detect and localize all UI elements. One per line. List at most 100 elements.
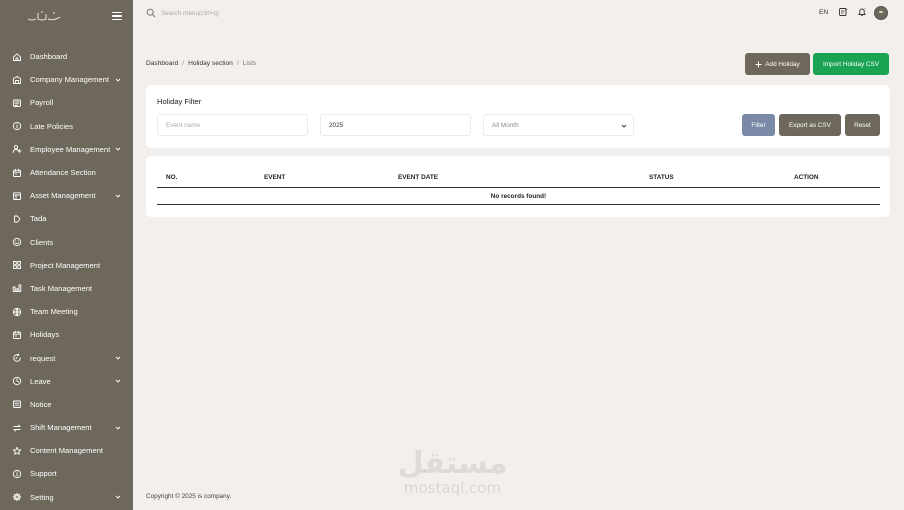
breadcrumb-separator: /: [236, 60, 239, 67]
filter-button-label: Filter: [751, 121, 766, 129]
sidebar-item-setting[interactable]: Setting: [0, 486, 133, 509]
notes-icon[interactable]: [838, 7, 848, 17]
event-name-input[interactable]: [157, 114, 308, 136]
sidebar-item-holidays[interactable]: Holidays: [0, 323, 133, 346]
chevron-down-icon: [115, 356, 121, 360]
calendar-icon: [13, 330, 21, 339]
language-switch[interactable]: EN: [819, 9, 828, 16]
tag-icon: [14, 215, 21, 223]
sidebar-item-project-management[interactable]: Project Management: [0, 254, 133, 277]
smile-icon: [12, 237, 22, 247]
month-select[interactable]: All Month: [483, 114, 634, 136]
bell-icon[interactable]: [857, 7, 867, 17]
sidebar-item-shift-management[interactable]: Shift Management: [0, 416, 133, 439]
sidebar-item-label: Clients: [30, 237, 54, 247]
add-holiday-label: Add Holiday: [765, 60, 800, 68]
sidebar-item-payroll[interactable]: Payroll: [0, 91, 133, 114]
table-icon: [13, 192, 21, 200]
sidebar-item-company-management[interactable]: Company Management: [0, 68, 133, 91]
sidebar-header: [0, 0, 133, 32]
avatar[interactable]: [874, 6, 888, 20]
import-holiday-csv-button[interactable]: Import Holiday CSV: [813, 53, 889, 75]
sidebar-item-label: Employee Management: [30, 144, 111, 154]
sidebar-item-content-management[interactable]: Content Management: [0, 439, 133, 462]
table-header: NO. EVENT EVENT DATE STATUS ACTION: [157, 172, 880, 188]
swap-icon: [13, 424, 21, 432]
add-holiday-button[interactable]: Add Holiday: [745, 53, 810, 75]
month-select-value: All Month: [492, 121, 519, 129]
topbar: EN: [133, 0, 904, 27]
breadcrumb: Dashboard / Holiday section / Lists: [146, 60, 256, 67]
chevron-down-icon: [621, 124, 627, 128]
chevron-down-icon: [115, 148, 121, 151]
column-status: STATUS: [649, 174, 674, 181]
sidebar: Dashboard Company Management Payroll Late P…: [0, 0, 133, 510]
chevron-down-icon: [115, 194, 121, 198]
breadcrumb-separator: /: [182, 60, 185, 67]
breadcrumb-dashboard[interactable]: Dashboard: [146, 60, 178, 67]
search-input[interactable]: [161, 6, 311, 20]
home-icon: [13, 52, 21, 61]
filter-button[interactable]: Filter: [742, 114, 775, 136]
sidebar-item-task-management[interactable]: Task Management: [0, 277, 133, 300]
refresh-icon: [13, 353, 21, 362]
sidebar-item-tada[interactable]: Tada: [0, 207, 133, 230]
chevron-down-icon: [115, 495, 121, 499]
sidebar-item-request[interactable]: request: [0, 346, 133, 369]
sidebar-item-label: Leave: [30, 376, 51, 386]
export-csv-button[interactable]: Export as CSV: [779, 114, 841, 136]
sidebar-item-label: Asset Management: [30, 191, 96, 201]
search-icon: [146, 8, 156, 18]
sidebar-item-label: request: [30, 353, 56, 363]
breadcrumb-holiday-section[interactable]: Holiday section: [188, 60, 233, 67]
sidebar-item-label: Dashboard: [30, 52, 68, 62]
watermark: مستقل mostaql.com: [395, 448, 510, 500]
sidebar-item-team-meeting[interactable]: Team Meeting: [0, 300, 133, 323]
sidebar-item-label: Payroll: [30, 98, 54, 108]
sidebar-item-label: Support: [30, 469, 57, 479]
star-icon: [12, 446, 22, 455]
footer-copyright: Copyright © 2025 is company.: [146, 493, 232, 500]
globe-icon: [12, 307, 22, 316]
breadcrumb-lists: Lists: [242, 60, 257, 67]
sidebar-item-label: Late Policies: [30, 121, 74, 131]
sidebar-item-label: Tada: [30, 214, 47, 224]
sidebar-item-support[interactable]: Support: [0, 462, 133, 485]
year-input[interactable]: [320, 114, 471, 136]
sidebar-item-late-policies[interactable]: Late Policies: [0, 115, 133, 138]
sidebar-item-leave[interactable]: Leave: [0, 370, 133, 393]
support-icon: [12, 469, 22, 479]
notice-icon: [13, 400, 21, 409]
payroll-icon: [13, 99, 21, 107]
chevron-down-icon: [115, 426, 121, 430]
sidebar-item-label: Notice: [30, 399, 52, 409]
sidebar-item-label: Content Management: [30, 446, 104, 456]
holiday-filter-card: Holiday Filter All Month Filter Export a…: [146, 85, 890, 148]
sidebar-item-attendance-section[interactable]: Attendance Section: [0, 161, 133, 184]
sidebar-item-asset-management[interactable]: Asset Management: [0, 184, 133, 207]
grid-icon: [13, 261, 21, 270]
sidebar-item-dashboard[interactable]: Dashboard: [0, 45, 133, 68]
sidebar-nav: Dashboard Company Management Payroll Late P…: [0, 45, 133, 509]
sidebar-item-label: Attendance Section: [30, 168, 96, 178]
building-icon: [13, 75, 21, 84]
watermark-latin: mostaql.com: [403, 479, 502, 497]
chevron-down-icon: [115, 78, 121, 82]
plus-icon: [755, 61, 762, 67]
column-action: ACTION: [794, 174, 819, 181]
sidebar-item-notice[interactable]: Notice: [0, 393, 133, 416]
sidebar-item-clients[interactable]: Clients: [0, 231, 133, 254]
sidebar-item-label: Team Meeting: [30, 307, 78, 317]
calendar-icon: [13, 168, 21, 177]
export-button-label: Export as CSV: [789, 121, 831, 129]
chevron-down-icon: [115, 379, 121, 383]
reset-button[interactable]: Reset: [845, 114, 880, 136]
sidebar-item-label: Setting: [30, 492, 54, 502]
reset-button-label: Reset: [854, 121, 871, 129]
sidebar-item-label: Company Management: [30, 75, 109, 85]
sidebar-item-employee-management[interactable]: Employee Management: [0, 138, 133, 161]
info-icon: [12, 122, 22, 131]
menu-toggle-icon[interactable]: [112, 12, 122, 20]
sidebar-item-label: Shift Management: [30, 423, 92, 433]
brand-logo[interactable]: [26, 8, 64, 24]
